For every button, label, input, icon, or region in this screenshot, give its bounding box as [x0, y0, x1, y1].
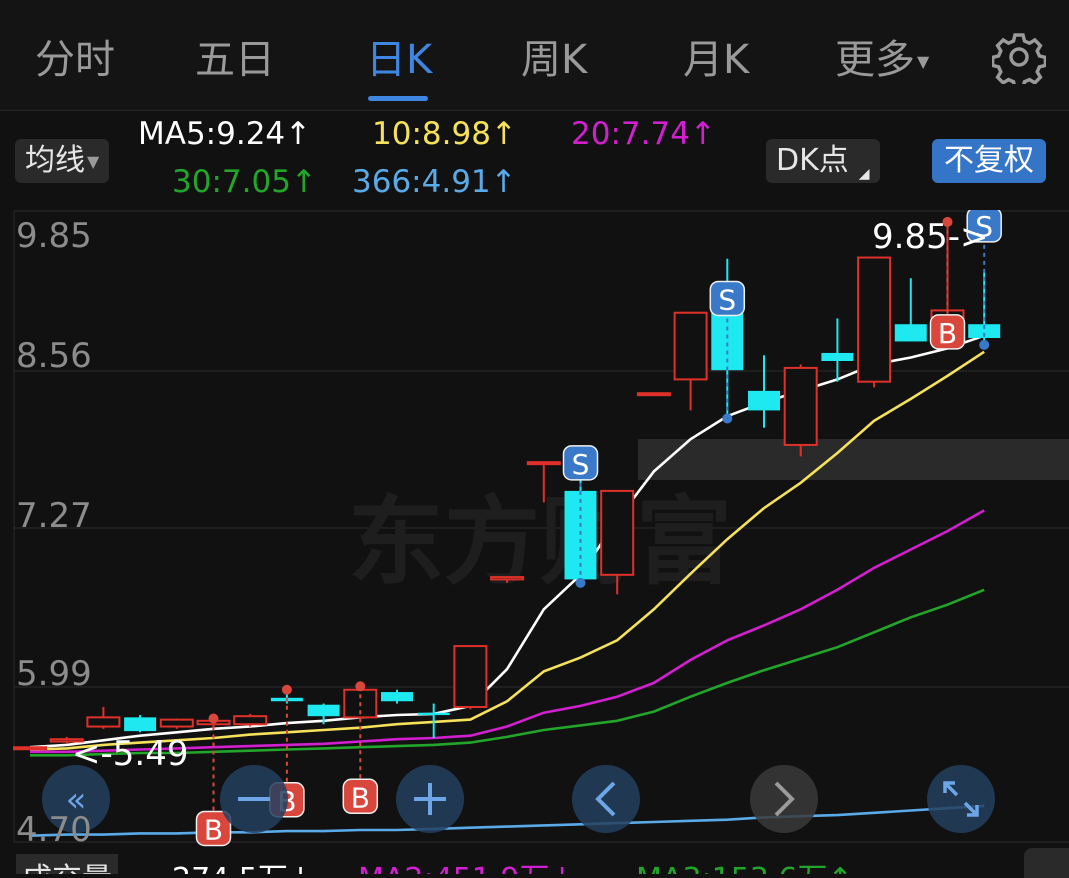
candle-down	[748, 355, 780, 428]
candle-body	[490, 576, 525, 581]
candle-body	[417, 712, 450, 716]
caret-down-icon: ▼	[917, 52, 930, 71]
fullscreen-button[interactable]	[927, 765, 995, 833]
candle-down	[381, 689, 413, 704]
candle-body	[159, 718, 194, 728]
candle-body	[307, 704, 340, 717]
indicator-select-label: 均线	[25, 143, 85, 178]
candle-up	[673, 311, 708, 411]
minus-icon	[238, 797, 270, 801]
candle-up	[453, 645, 488, 710]
tab-weekly-k[interactable]: 周K	[521, 30, 587, 90]
nav-controls: «	[42, 765, 995, 833]
volume-ma-b: MA3:153.6万↑	[636, 854, 853, 874]
ma-line-ma30	[30, 588, 985, 757]
candle-down	[894, 278, 927, 342]
buy-signal: B	[195, 713, 232, 846]
dk-point-label: DK点	[776, 143, 849, 178]
tab-monthly-k[interactable]: 月K	[683, 30, 749, 90]
candle-body	[381, 692, 413, 702]
candle-down	[821, 318, 854, 382]
indicator-select[interactable]: 均线 ▼	[15, 139, 110, 183]
high-price-annotation: 9.85->	[872, 217, 988, 257]
price-axis-label: 5.99	[16, 654, 92, 694]
zoom-in-button[interactable]	[396, 765, 464, 833]
adjust-mode-button[interactable]: 不复权	[932, 139, 1046, 183]
signal-letter: S	[572, 448, 590, 481]
candle-body	[673, 311, 708, 381]
signal-letter: B	[938, 317, 957, 350]
price-axis-label: 9.85	[16, 216, 92, 256]
ma5-value: MA5:9.24↑	[138, 116, 312, 152]
price-axis-label: 7.27	[16, 496, 92, 536]
candle-down	[124, 715, 157, 733]
tab-intraday-label: 分时	[35, 37, 115, 83]
ma-line-366	[29, 804, 985, 837]
dk-point-button[interactable]: DK点 ◢	[766, 139, 880, 183]
volume-indicator-select[interactable]: 成交量	[16, 854, 118, 874]
volume-label: 成交量	[22, 862, 112, 874]
candle-up	[13, 746, 47, 751]
candle-body	[636, 392, 671, 397]
ma20-value: 20:7.74↑	[571, 116, 716, 152]
candle-up	[86, 707, 121, 729]
candle-body	[86, 716, 121, 728]
scroll-left-button[interactable]	[572, 765, 640, 833]
candle-body	[600, 489, 635, 576]
tab-five-day[interactable]: 五日	[195, 30, 275, 90]
highlight-band	[638, 439, 1069, 480]
zoom-out-button[interactable]	[220, 765, 288, 833]
ma10-value: 10:8.98↑	[372, 116, 517, 152]
volume-header: 成交量 274.5万↓ MA2:451.9万↓ MA3:153.6万↑	[0, 846, 1069, 874]
tab-intraday[interactable]: 分时	[35, 30, 115, 90]
kline-chart[interactable]: 东方财富 BBBSSBS 9.85-> <-5.49 «	[0, 210, 1069, 850]
corner-triangle-icon: ◢	[858, 166, 870, 182]
candle-body	[13, 746, 47, 751]
tab-daily-k[interactable]: 日K	[366, 30, 432, 90]
volume-value: 274.5万↓	[172, 854, 313, 874]
signal-letter: B	[351, 781, 370, 814]
period-tab-bar: 分时 五日 日K 周K 月K 更多 ▼	[0, 0, 1069, 111]
gear-icon[interactable]	[992, 30, 1046, 84]
candle-body	[233, 715, 268, 726]
ma366-value: 366:4.91↑	[352, 164, 517, 200]
candle-body	[453, 645, 488, 709]
candle-body	[857, 256, 892, 383]
scroll-right-button[interactable]	[750, 765, 818, 833]
active-tab-indicator	[368, 96, 428, 101]
candle-up	[857, 256, 892, 388]
candle-up	[233, 713, 268, 727]
candle-body	[124, 717, 157, 732]
candle-body	[748, 390, 780, 411]
tab-more[interactable]: 更多 ▼	[835, 30, 929, 90]
ma30-value: 30:7.05↑	[172, 164, 317, 200]
adjust-mode-label: 不复权	[944, 143, 1034, 178]
candle-body	[894, 324, 927, 342]
signal-letter: S	[718, 283, 736, 316]
tab-five-day-label: 五日	[195, 37, 275, 83]
signal-letter: B	[204, 813, 223, 846]
tab-daily-k-label: 日K	[366, 37, 433, 83]
watermark-text: 东方财富	[348, 486, 732, 598]
candle-body	[526, 461, 561, 466]
price-axis-label: 8.56	[16, 336, 92, 376]
caret-down-icon: ▼	[87, 151, 100, 171]
candle-body	[783, 366, 818, 446]
candle-up	[783, 364, 818, 457]
candle-up	[636, 392, 671, 397]
candle-up	[159, 718, 194, 729]
tab-monthly-k-label: 月K	[683, 37, 750, 83]
price-axis-label: 4.70	[16, 810, 92, 850]
tab-weekly-k-label: 周K	[521, 37, 588, 83]
volume-ma-a: MA2:451.9万↓	[358, 854, 575, 874]
candle-body	[821, 352, 854, 361]
tab-more-label: 更多	[835, 37, 915, 83]
